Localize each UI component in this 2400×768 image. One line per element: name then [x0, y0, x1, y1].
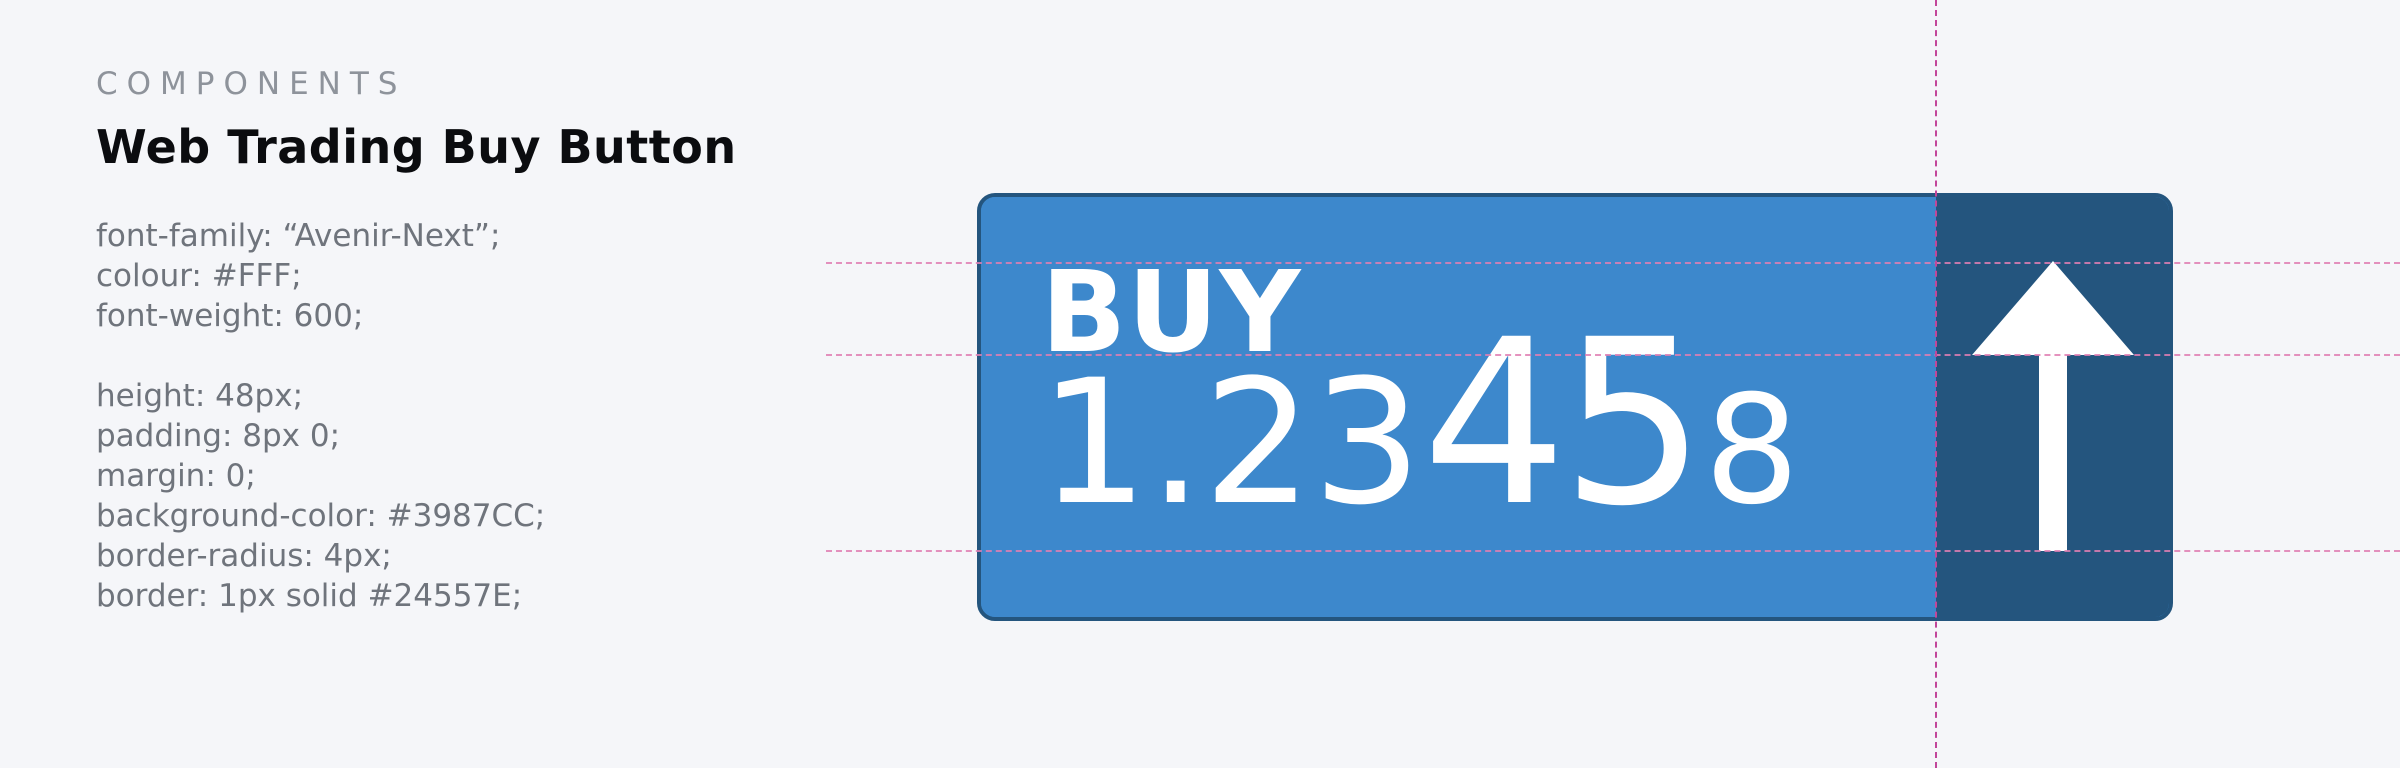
spec-line: font-family: “Avenir-Next”;: [96, 218, 501, 254]
spec-line: background-color: #3987CC;: [96, 498, 546, 534]
spec-line: font-weight: 600;: [96, 298, 364, 334]
spec-gap: [96, 336, 545, 376]
component-spec-page: COMPONENTS Web Trading Buy Button font-f…: [0, 0, 2400, 768]
guide-line-divider: [1935, 0, 1937, 768]
buy-button-icon-panel: [1936, 197, 2169, 617]
price-pip: 8: [1704, 364, 1800, 538]
price-display: 1.23458: [1039, 290, 1800, 567]
spec-line: border: 1px solid #24557E;: [96, 578, 523, 614]
section-eyebrow: COMPONENTS: [96, 66, 407, 102]
buy-button-main: BUY 1.23458: [981, 197, 1936, 617]
spec-line: padding: 8px 0;: [96, 418, 341, 454]
price-prefix: 1.23: [1039, 342, 1422, 543]
guide-line-baseline: [826, 354, 2400, 356]
page-title: Web Trading Buy Button: [96, 120, 737, 174]
arrow-up-icon: [1972, 261, 2134, 551]
spec-line: border-radius: 4px;: [96, 538, 392, 574]
buy-button[interactable]: BUY 1.23458: [977, 193, 2173, 621]
spec-line: margin: 0;: [96, 458, 256, 494]
spec-line: colour: #FFF;: [96, 258, 302, 294]
guide-line-cap: [826, 262, 2400, 264]
spec-line: height: 48px;: [96, 378, 304, 414]
price-big-figure: 45: [1421, 290, 1706, 556]
guide-line-bottom: [826, 550, 2400, 552]
css-spec-list: font-family: “Avenir-Next”; colour: #FFF…: [96, 216, 545, 616]
